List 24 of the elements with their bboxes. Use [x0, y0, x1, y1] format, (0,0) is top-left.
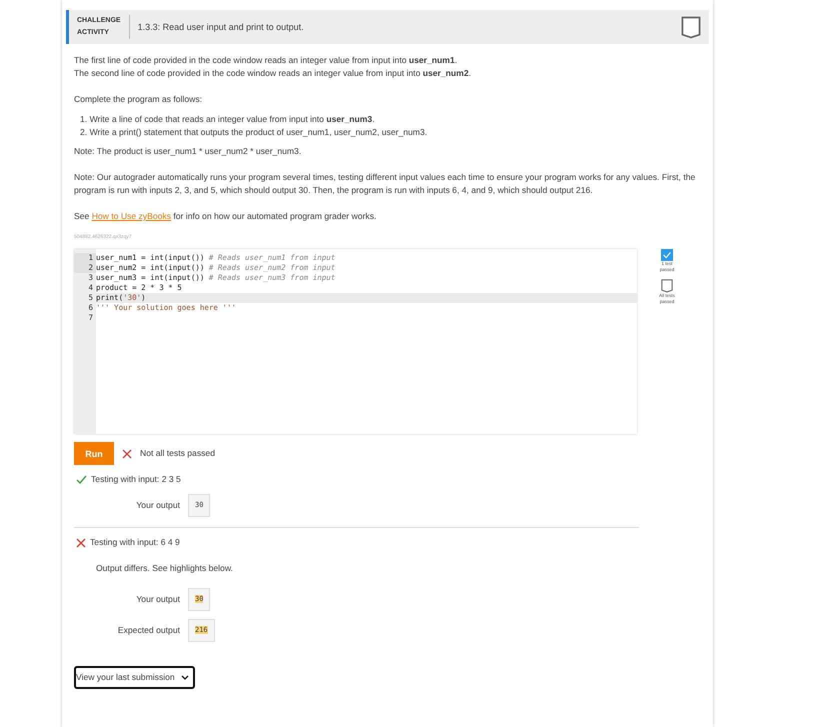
code-editor[interactable] — [74, 249, 637, 434]
step-text: Write a line of code that reads an integer value from input into user_num3. — [90, 114, 375, 124]
note-text: Note: The product is user_num1 * user_num2 * user_num3. — [74, 146, 302, 156]
instruction-text: The first line of code provided in the code window reads an integer value from input into user_num1. — [74, 55, 458, 65]
test-title: Testing with input: 2 3 5 — [91, 473, 181, 486]
instruction-text: See — [74, 211, 90, 221]
output-label: Expected output — [116, 624, 180, 637]
instruction-text: Complete the program as follows: — [74, 94, 202, 104]
test-title: Testing with input: 6 4 9 — [90, 536, 180, 549]
step-text: Write a print() statement that outputs the product of user_num1, user_num2, user_num3. — [90, 127, 428, 137]
test-message: Output differs. See highlights below. — [96, 563, 233, 573]
note-text: Note: Our autograder automatically runs your program several times, testing different input values each time to ensure your program works for any values. First, the program is run with inputs 2, 3, and 5, which should output 30. Then, the program is run with inputs 6, 4, and 9, which should output 216. — [74, 172, 696, 195]
instruction-text: The second line of code provided in the code window reads an integer value from input into user_num2. — [74, 68, 471, 78]
chevron-icon — [180, 674, 189, 680]
activity-title: 1.3.3: Read user input and print to output. — [136, 22, 305, 32]
instruction-text: for info on how our automated program grader works. — [173, 211, 376, 221]
help-link[interactable]: How to Use zyBooks — [92, 211, 171, 221]
run-button[interactable]: Run — [74, 442, 114, 465]
output-label: Your output — [135, 499, 180, 512]
submission-dropdown[interactable]: View your last submission — [74, 666, 195, 689]
output-label: Your output — [135, 593, 180, 606]
result-status: Not all tests passed — [140, 447, 215, 460]
step-number: 1. — [80, 114, 88, 124]
step-number: 2. — [80, 127, 88, 137]
